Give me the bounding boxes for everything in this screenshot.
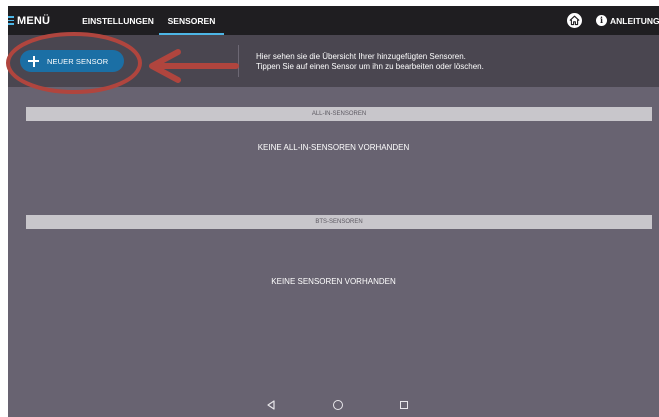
description-line-2: Tippen Sie auf einen Sensor um ihn zu be… <box>256 62 484 71</box>
menu-label: MENÜ <box>17 14 51 27</box>
bts-sensors-section-header: BTS-SENSOREN <box>26 215 652 229</box>
hamburger-menu-icon <box>8 14 14 27</box>
plus-icon <box>28 55 39 67</box>
menu-button[interactable]: MENÜ <box>8 6 50 35</box>
info-header: NEUER SENSOR Hier sehen sie die Übersich… <box>8 35 659 87</box>
new-sensor-button[interactable]: NEUER SENSOR <box>20 50 124 72</box>
home-icon <box>569 15 580 26</box>
allin-empty-message: KEINE ALL-IN-SENSOREN VORHANDEN <box>257 143 410 152</box>
tab-sensoren-label: SENSOREN <box>167 16 216 26</box>
tab-sensoren[interactable]: SENSOREN <box>159 6 224 35</box>
tab-einstellungen-label: EINSTELLUNGEN <box>82 16 154 26</box>
home-button[interactable] <box>567 13 582 28</box>
overview-description: Hier sehen sie die Übersicht Ihrer hinzu… <box>256 52 484 72</box>
description-line-1: Hier sehen sie die Übersicht Ihrer hinzu… <box>256 52 466 61</box>
anleitung-label: ANLEITUNG <box>610 15 659 26</box>
anleitung-button[interactable]: i ANLEITUNG <box>596 6 659 35</box>
header-divider <box>238 45 239 77</box>
recents-icon[interactable] <box>400 401 408 409</box>
info-icon: i <box>596 15 607 26</box>
allin-sensors-section-header: ALL-IN-SENSOREN <box>26 107 652 121</box>
new-sensor-label: NEUER SENSOR <box>47 56 109 66</box>
tab-einstellungen[interactable]: EINSTELLUNGEN <box>78 6 158 35</box>
app-screen: MENÜ EINSTELLUNGEN SENSOREN i ANLEITUNG … <box>8 6 659 417</box>
bts-empty-message: KEINE SENSOREN VORHANDEN <box>271 277 396 286</box>
android-navigation-bar <box>8 394 659 417</box>
back-icon[interactable] <box>266 400 276 410</box>
home-circle-icon[interactable] <box>333 400 343 410</box>
top-app-bar: MENÜ EINSTELLUNGEN SENSOREN i ANLEITUNG <box>8 6 659 35</box>
